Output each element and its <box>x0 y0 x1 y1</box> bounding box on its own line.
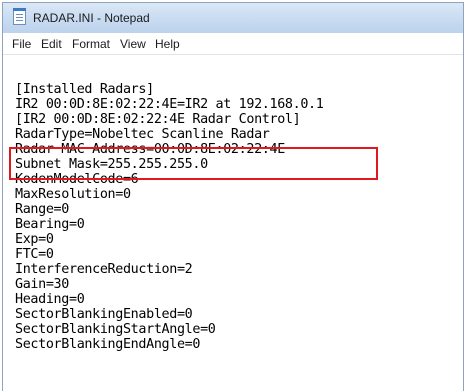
text-line: [Installed Radars] <box>15 82 154 97</box>
text-line: SectorBlankingEndAngle=0 <box>15 337 201 352</box>
text-line: [IR2 00:0D:8E:02:22:4E Radar Control] <box>15 112 301 127</box>
notepad-icon <box>13 8 26 25</box>
text-line: Heading=0 <box>15 292 85 307</box>
text-line: FTC=0 <box>15 247 54 262</box>
menu-bar: File Edit Format View Help <box>3 33 463 55</box>
window-title: RADAR.INI - Notepad <box>33 11 150 25</box>
text-line: Exp=0 <box>15 232 54 247</box>
menu-edit[interactable]: Edit <box>41 37 62 51</box>
menu-help[interactable]: Help <box>155 37 180 51</box>
menu-format[interactable]: Format <box>72 37 110 51</box>
text-line: MaxResolution=0 <box>15 187 131 202</box>
text-line: Gain=30 <box>15 277 69 292</box>
menu-file[interactable]: File <box>12 37 31 51</box>
menu-view[interactable]: View <box>120 37 146 51</box>
text-line: IR2 00:0D:8E:02:22:4E=IR2 at 192.168.0.1 <box>15 97 324 112</box>
highlight-box <box>9 147 378 180</box>
text-line: InterferenceReduction=2 <box>15 262 193 277</box>
text-line: Range=0 <box>15 202 69 217</box>
text-line: Bearing=0 <box>15 217 85 232</box>
text-line: SectorBlankingStartAngle=0 <box>15 322 216 337</box>
title-bar[interactable]: RADAR.INI - Notepad <box>3 3 463 33</box>
notepad-window: RADAR.INI - Notepad File Edit Format Vie… <box>2 2 464 391</box>
text-line: SectorBlankingEnabled=0 <box>15 307 193 322</box>
text-line: RadarType=Nobeltec Scanline Radar <box>15 127 270 142</box>
text-editor-area[interactable]: [Installed Radars] IR2 00:0D:8E:02:22:4E… <box>3 55 463 391</box>
